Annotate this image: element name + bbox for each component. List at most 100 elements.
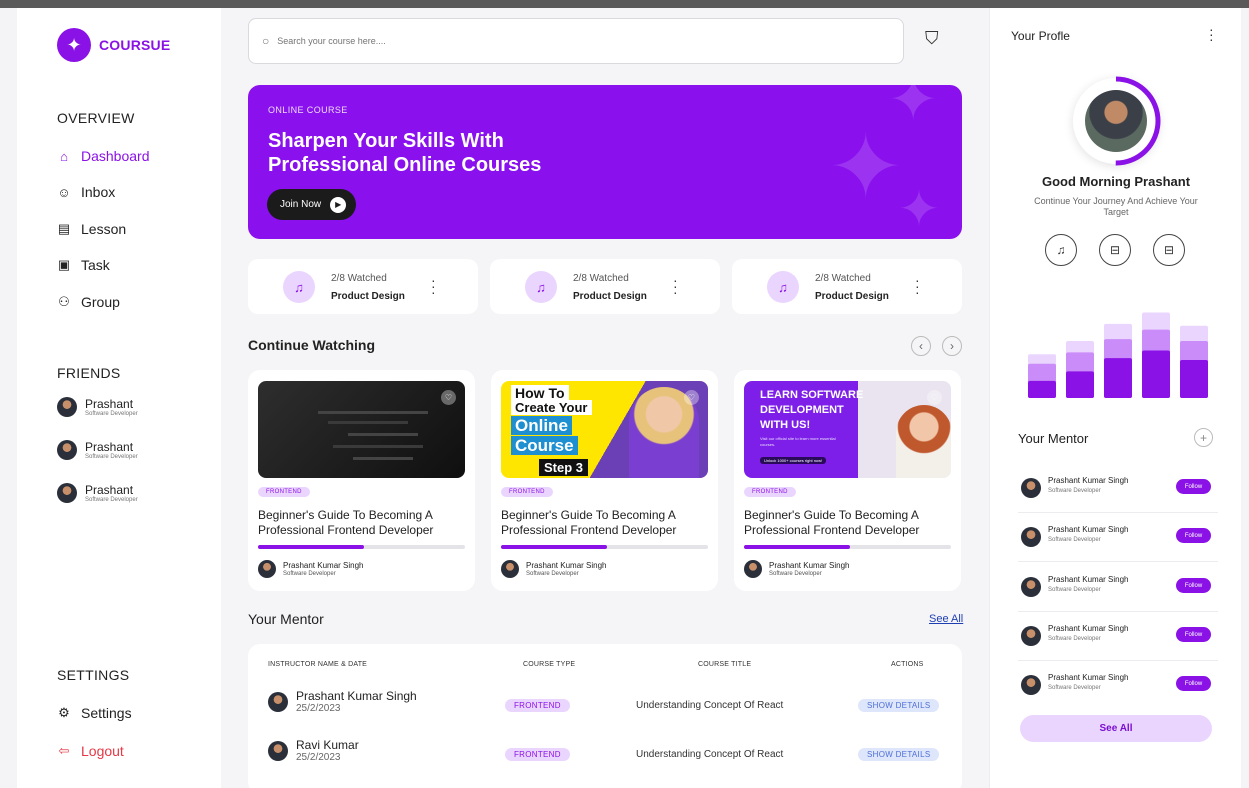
- mentor-role: Software Developer: [1048, 636, 1101, 642]
- progress-bar: [501, 545, 708, 549]
- mentor-name: Prashant Kumar Singh: [1048, 476, 1129, 485]
- stat-title: Product Design: [573, 291, 647, 302]
- stat-card[interactable]: ♫ 2/8 Watched Product Design · · ·: [732, 259, 962, 314]
- bell-icon: ♫: [283, 271, 315, 303]
- course-title-cell: Understanding Concept Of React: [636, 700, 784, 711]
- filter-icon[interactable]: ⛉: [925, 28, 939, 49]
- friend-item[interactable]: Prashant Software Developer: [57, 440, 138, 460]
- see-all-link[interactable]: See All: [929, 613, 963, 625]
- avatar: [501, 560, 519, 578]
- greeting-subtitle: Continue Your Journey And Achieve Your T…: [1034, 196, 1198, 217]
- mentor-table-title: Your Mentor: [248, 611, 324, 627]
- heart-icon[interactable]: ♡: [441, 390, 456, 405]
- bell-icon[interactable]: ♫: [1045, 234, 1077, 266]
- thumb-text: Create Your: [511, 400, 592, 415]
- join-now-label: Join Now: [280, 199, 322, 210]
- search-input[interactable]: [277, 36, 678, 46]
- stat-watched: 2/8 Watched: [815, 273, 871, 284]
- sidebar-item-dashboard[interactable]: ⌂ Dashboard: [57, 148, 149, 164]
- logout-label: Logout: [81, 743, 124, 759]
- logo-icon: ✦: [57, 28, 91, 62]
- continue-watching-title: Continue Watching: [248, 337, 376, 353]
- inbox-icon: ☺: [57, 184, 71, 200]
- chart-bar: [1066, 371, 1094, 398]
- course-author: Prashant Kumar Singh Software Developer: [501, 560, 607, 578]
- table-row: Prashant Kumar Singh 25/2/2023 FRONTEND …: [248, 685, 962, 729]
- profile-panel: Your Profle · · · Good Morning Prashant Co…: [989, 8, 1241, 788]
- prev-arrow-icon[interactable]: ‹: [911, 336, 931, 356]
- follow-button[interactable]: Follow: [1176, 578, 1211, 593]
- follow-button[interactable]: Follow: [1176, 479, 1211, 494]
- avatar: [268, 691, 288, 712]
- avatar: [1021, 527, 1041, 547]
- course-title-cell: Understanding Concept Of React: [636, 749, 784, 760]
- mentor-name: Prashant Kumar Singh: [1048, 624, 1129, 633]
- instructor-cell: Prashant Kumar Singh 25/2/2023: [268, 689, 417, 714]
- friend-item[interactable]: Prashant Software Developer: [57, 397, 138, 417]
- stat-card[interactable]: ♫ 2/8 Watched Product Design · · ·: [248, 259, 478, 314]
- mentor-role: Software Developer: [1048, 685, 1101, 691]
- profile-title: Your Profle: [1011, 29, 1070, 43]
- chart-bar: [1180, 360, 1208, 398]
- logo[interactable]: ✦ COURSUE: [57, 28, 170, 62]
- follow-button[interactable]: Follow: [1176, 528, 1211, 543]
- course-thumbnail: How To Create Your Online Course Step 3 …: [501, 381, 708, 478]
- more-icon[interactable]: · · ·: [431, 273, 436, 299]
- table-header: COURSE TYPE: [523, 661, 576, 668]
- greeting: Good Morning Prashant: [1041, 174, 1191, 189]
- avatar: [1021, 675, 1041, 695]
- sidebar-item-lesson[interactable]: ▤ Lesson: [57, 221, 126, 237]
- course-card[interactable]: LEARN SOFTWARE DEVELOPMENT WITH US! Visi…: [734, 370, 961, 591]
- join-now-button[interactable]: Join Now ▶: [267, 189, 357, 220]
- inbox-icon[interactable]: ⊟: [1153, 234, 1185, 266]
- progress-fill: [501, 545, 607, 549]
- more-icon[interactable]: · · ·: [1209, 22, 1214, 46]
- search-bar[interactable]: ○: [248, 18, 904, 64]
- sidebar-item-group[interactable]: ⚇ Group: [57, 294, 120, 310]
- progress-bar: [744, 545, 951, 549]
- bell-icon: ♫: [767, 271, 799, 303]
- stat-card[interactable]: ♫ 2/8 Watched Product Design · · ·: [490, 259, 720, 314]
- add-icon[interactable]: +: [1194, 428, 1213, 447]
- heart-icon[interactable]: ♡: [927, 390, 942, 405]
- instructor-date: 25/2/2023: [296, 752, 341, 763]
- follow-button[interactable]: Follow: [1176, 627, 1211, 642]
- instructor-cell: Ravi Kumar 25/2/2023: [268, 738, 359, 763]
- hero-headline: Sharpen Your Skills With Professional On…: [268, 130, 542, 176]
- inbox-icon[interactable]: ⊟: [1099, 234, 1131, 266]
- avatar: [57, 397, 77, 417]
- see-all-button[interactable]: See All: [1020, 715, 1212, 742]
- sidebar-item-label: Task: [81, 257, 110, 273]
- logout-button[interactable]: ⇦ Logout: [57, 743, 124, 759]
- instructor-name: Ravi Kumar: [296, 738, 359, 752]
- profile-avatar[interactable]: [1071, 76, 1161, 166]
- progress-bar: [258, 545, 465, 549]
- main-content: ○ ⛉ ✦ ✦ ✦ ONLINE COURSE Sharpen Your Ski…: [221, 8, 989, 788]
- sidebar-item-task[interactable]: ▣ Task: [57, 257, 110, 273]
- course-type-badge: FRONTEND: [505, 699, 570, 712]
- more-icon[interactable]: · · ·: [915, 273, 920, 299]
- course-card[interactable]: ♡ FRONTEND Beginner's Guide To Becoming …: [248, 370, 475, 591]
- sidebar-item-settings[interactable]: ⚙ Settings: [57, 705, 131, 721]
- thumb-text: DEVELOPMENT: [760, 404, 844, 416]
- next-arrow-icon[interactable]: ›: [942, 336, 962, 356]
- mentor-name: Prashant Kumar Singh: [1048, 575, 1129, 584]
- group-icon: ⚇: [58, 294, 70, 309]
- show-details-button[interactable]: SHOW DETAILS: [858, 748, 940, 761]
- thumb-text: Step 3: [539, 459, 589, 476]
- mentor-role: Software Developer: [1048, 488, 1101, 494]
- follow-button[interactable]: Follow: [1176, 676, 1211, 691]
- course-card[interactable]: How To Create Your Online Course Step 3 …: [491, 370, 718, 591]
- heart-icon[interactable]: ♡: [684, 390, 699, 405]
- show-details-button[interactable]: SHOW DETAILS: [858, 699, 940, 712]
- table-header: INSTRUCTOR NAME & DATE: [268, 661, 368, 668]
- hero-eyebrow: ONLINE COURSE: [268, 105, 348, 115]
- sidebar-item-inbox[interactable]: ☺ Inbox: [57, 184, 115, 200]
- friend-role: Software Developer: [85, 453, 138, 460]
- table-header: ACTIONS: [891, 661, 924, 668]
- friend-item[interactable]: Prashant Software Developer: [57, 483, 138, 503]
- course-title: Beginner's Guide To Becoming A Professio…: [258, 508, 434, 537]
- more-icon[interactable]: · · ·: [673, 273, 678, 299]
- instructor-date: 25/2/2023: [296, 703, 341, 714]
- search-icon: ○: [262, 34, 270, 48]
